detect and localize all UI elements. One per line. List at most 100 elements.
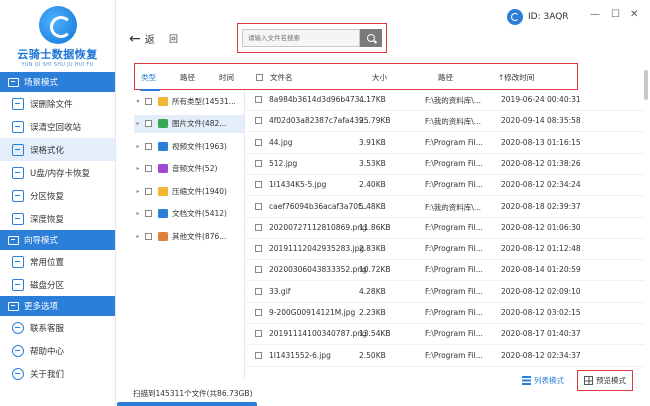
- scan-status: 扫描到145311个文件(共86.73GB): [133, 389, 253, 398]
- file-row[interactable]: 20200727112810869.png 11.86KB F:\Program F…: [247, 218, 645, 239]
- sidebar-item-usb-card-recovery[interactable]: U盘/内存卡恢复: [0, 161, 115, 184]
- file-row-checkbox[interactable]: [255, 266, 262, 274]
- deep-recovery-icon: [12, 212, 24, 225]
- file-modified: 2020-08-12 02:09:10: [501, 286, 581, 296]
- home-button[interactable]: 回: [169, 32, 178, 45]
- tree-item[interactable]: ▸ 音频文件(52): [134, 160, 244, 178]
- tree-item-checkbox[interactable]: [145, 165, 152, 172]
- tree-item-label: 其他文件(876...: [172, 231, 227, 241]
- tree-item-checkbox[interactable]: [145, 232, 152, 240]
- column-header-path[interactable]: 路径: [438, 72, 453, 83]
- file-name: 20200306043833352.png: [269, 265, 367, 275]
- tree-item[interactable]: ▸ 文档文件(5412): [134, 205, 244, 223]
- sidebar-item-disk-partition[interactable]: 磁盘分区: [0, 273, 115, 296]
- file-size: 2.50KB: [359, 350, 386, 360]
- file-row[interactable]: 4f02d03a82387c7afa439... 25.79KB F:\我的资料库\…: [247, 111, 645, 133]
- user-id-badge[interactable]: ID: 3AQR: [507, 9, 569, 25]
- tree-item-label: 音频文件(52): [172, 164, 218, 173]
- file-row-checkbox[interactable]: [255, 117, 262, 125]
- contact-support-icon: [12, 321, 24, 334]
- file-row[interactable]: 44.jpg 3.91KB F:\Program Fil... 2020-08-13 …: [247, 133, 645, 154]
- sidebar-item-deleted-files[interactable]: 误删除文件: [0, 92, 115, 115]
- file-row-checkbox[interactable]: [255, 138, 262, 146]
- sidebar-item-about-us[interactable]: 关于我们: [0, 362, 115, 385]
- preview-view-button[interactable]: 预览模式: [577, 370, 633, 391]
- tab-time[interactable]: 时间: [219, 72, 234, 83]
- close-button[interactable]: ✕: [630, 9, 638, 20]
- tree-item-checkbox[interactable]: [145, 142, 152, 150]
- caret-right-icon[interactable]: ▸: [134, 143, 142, 150]
- minimize-button[interactable]: —: [590, 9, 600, 20]
- list-view-button[interactable]: 列表模式: [522, 375, 564, 386]
- caret-right-icon[interactable]: ▸: [134, 233, 142, 240]
- maximize-button[interactable]: ☐: [611, 9, 620, 20]
- file-row-checkbox[interactable]: [255, 96, 262, 103]
- file-row[interactable]: 8a984b3614d3d96b473... 4.17KB F:\我的资料库\...…: [247, 90, 645, 111]
- column-header-name[interactable]: 文件名: [270, 72, 293, 83]
- sidebar-item-common-locations[interactable]: 常用位置: [0, 250, 115, 273]
- file-path: F:\Program Fil...: [425, 265, 483, 275]
- file-size: 25.79KB: [359, 116, 391, 126]
- file-row-checkbox[interactable]: [255, 245, 262, 253]
- file-name: caef76094b36acaf3a70f...: [269, 201, 368, 211]
- file-row-checkbox[interactable]: [255, 351, 262, 359]
- sidebar-item-help-center[interactable]: 帮助中心: [0, 339, 115, 362]
- sidebar-item-partition-recovery[interactable]: 分区恢复: [0, 184, 115, 207]
- caret-right-icon[interactable]: ▸: [134, 188, 142, 195]
- caret-down-icon[interactable]: ▾: [134, 98, 142, 105]
- file-type-icon: [158, 186, 168, 196]
- tree-item-checkbox[interactable]: [145, 210, 152, 217]
- file-row-checkbox[interactable]: [255, 159, 262, 167]
- usb-card-recovery-icon: [12, 166, 24, 179]
- file-row[interactable]: caef76094b36acaf3a70f... 5.48KB F:\我的资料库\.…: [247, 197, 645, 218]
- file-size: 2.40KB: [359, 180, 386, 190]
- file-row-checkbox[interactable]: [255, 223, 262, 231]
- sidebar-item-label: 深度恢复: [30, 214, 65, 225]
- select-all-checkbox[interactable]: [256, 72, 263, 81]
- column-header-size[interactable]: 大小: [372, 72, 387, 83]
- recycle-bin-icon: [12, 120, 24, 133]
- user-id-text: ID: 3AQR: [528, 12, 569, 22]
- tree-item-checkbox[interactable]: [145, 120, 152, 127]
- tab-path[interactable]: 路径: [180, 72, 195, 83]
- sidebar-item-recycle-bin[interactable]: 误清空回收站: [0, 115, 115, 138]
- file-row-checkbox[interactable]: [255, 202, 262, 210]
- tree-item[interactable]: ▸ 其他文件(876...: [134, 227, 244, 245]
- tree-item[interactable]: ▸ 视频文件(1963): [134, 137, 244, 155]
- tree-item[interactable]: ▸ 图片文件(482...: [134, 114, 244, 133]
- tab-type[interactable]: 类型: [141, 72, 156, 83]
- tree-item[interactable]: ▸ 压缩文件(1940): [134, 182, 244, 200]
- caret-right-icon[interactable]: ▸: [134, 210, 142, 217]
- file-size: 2.83KB: [359, 244, 386, 254]
- file-row-checkbox[interactable]: [255, 181, 262, 189]
- back-arrow-icon: ←: [129, 30, 141, 47]
- sidebar-item-format-recovery[interactable]: 误格式化: [0, 138, 115, 161]
- file-row[interactable]: 33.gif 4.28KB F:\Program Fil... 2020-08-12 …: [247, 282, 645, 303]
- sidebar-item-label: U盘/内存卡恢复: [30, 168, 91, 179]
- caret-right-icon[interactable]: ▸: [134, 165, 142, 172]
- tree-item-checkbox[interactable]: [145, 97, 152, 105]
- file-row[interactable]: 20191112042935283.jpg 2.83KB F:\Program Fi…: [247, 239, 645, 261]
- scrollbar[interactable]: [644, 70, 648, 100]
- file-row[interactable]: 9-200G00914121M.jpg 2.23KB F:\Program Fil.…: [247, 303, 645, 324]
- file-modified: 2020-08-13 01:16:15: [501, 137, 581, 147]
- caret-right-icon[interactable]: ▸: [134, 120, 142, 127]
- sidebar-item-deep-recovery[interactable]: 深度恢复: [0, 207, 115, 230]
- tree-item-checkbox[interactable]: [145, 187, 152, 195]
- file-row-checkbox[interactable]: [255, 330, 262, 338]
- file-row-checkbox[interactable]: [255, 287, 262, 295]
- file-name: 44.jpg: [269, 137, 293, 147]
- file-row[interactable]: 20200306043833352.png 10.72KB F:\Program F…: [247, 260, 645, 282]
- file-row-checkbox[interactable]: [255, 309, 262, 316]
- sidebar-item-contact-support[interactable]: 联系客服: [0, 316, 115, 339]
- search-button[interactable]: [360, 29, 382, 47]
- file-row[interactable]: 1I1434K5-5.jpg 2.40KB F:\Program Fil... 202…: [247, 175, 645, 197]
- column-header-modified[interactable]: ↑修改时间: [498, 72, 534, 83]
- file-row[interactable]: 20191114100340787.png 13.54KB F:\Program F…: [247, 324, 645, 346]
- back-button[interactable]: ← 返: [129, 30, 155, 47]
- search-input[interactable]: [242, 29, 360, 47]
- file-row[interactable]: 1I1431552-6.jpg 2.50KB F:\Program Fil... 20…: [247, 346, 645, 367]
- file-row[interactable]: 512.jpg 3.53KB F:\Program Fil... 2020-08-12…: [247, 154, 645, 175]
- tree-item[interactable]: ▾ 所有类型(14531...: [134, 92, 244, 110]
- file-modified: 2020-08-12 01:12:48: [501, 244, 581, 254]
